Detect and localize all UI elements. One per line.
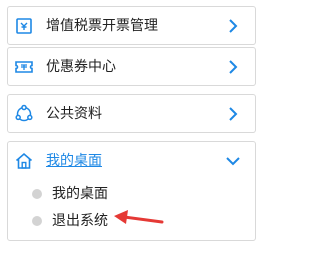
share-icon — [14, 104, 34, 124]
menu-header[interactable]: 优惠券中心 — [8, 48, 255, 87]
invoice-icon — [14, 16, 34, 36]
menu-item-invoice-management[interactable]: 增值税票开票管理 — [7, 6, 256, 45]
menu-item-label: 我的桌面 — [46, 153, 102, 169]
chevron-right-icon[interactable] — [225, 59, 241, 75]
submenu-item-my-desktop[interactable]: 我的桌面 — [32, 184, 152, 204]
menu-header[interactable]: 我的桌面 — [8, 142, 255, 181]
annotation-arrow-icon — [112, 208, 164, 230]
coupon-icon — [14, 57, 34, 77]
chevron-right-icon[interactable] — [225, 18, 241, 34]
menu-item-public-materials[interactable]: 公共资料 — [7, 94, 256, 133]
bullet-dot-icon — [32, 216, 42, 226]
menu-header[interactable]: 公共资料 — [8, 95, 255, 134]
menu-header[interactable]: 增值税票开票管理 — [8, 7, 255, 46]
menu-item-label: 公共资料 — [46, 106, 102, 122]
menu-item-label: 优惠券中心 — [46, 59, 116, 75]
submenu-item-label: 退出系统 — [52, 213, 108, 229]
bullet-dot-icon — [32, 189, 42, 199]
home-icon — [14, 151, 34, 171]
submenu-item-label: 我的桌面 — [52, 186, 108, 202]
menu-item-coupon-center[interactable]: 优惠券中心 — [7, 47, 256, 86]
chevron-right-icon[interactable] — [225, 106, 241, 122]
menu-item-label: 增值税票开票管理 — [46, 18, 158, 34]
chevron-down-icon[interactable] — [225, 153, 241, 169]
